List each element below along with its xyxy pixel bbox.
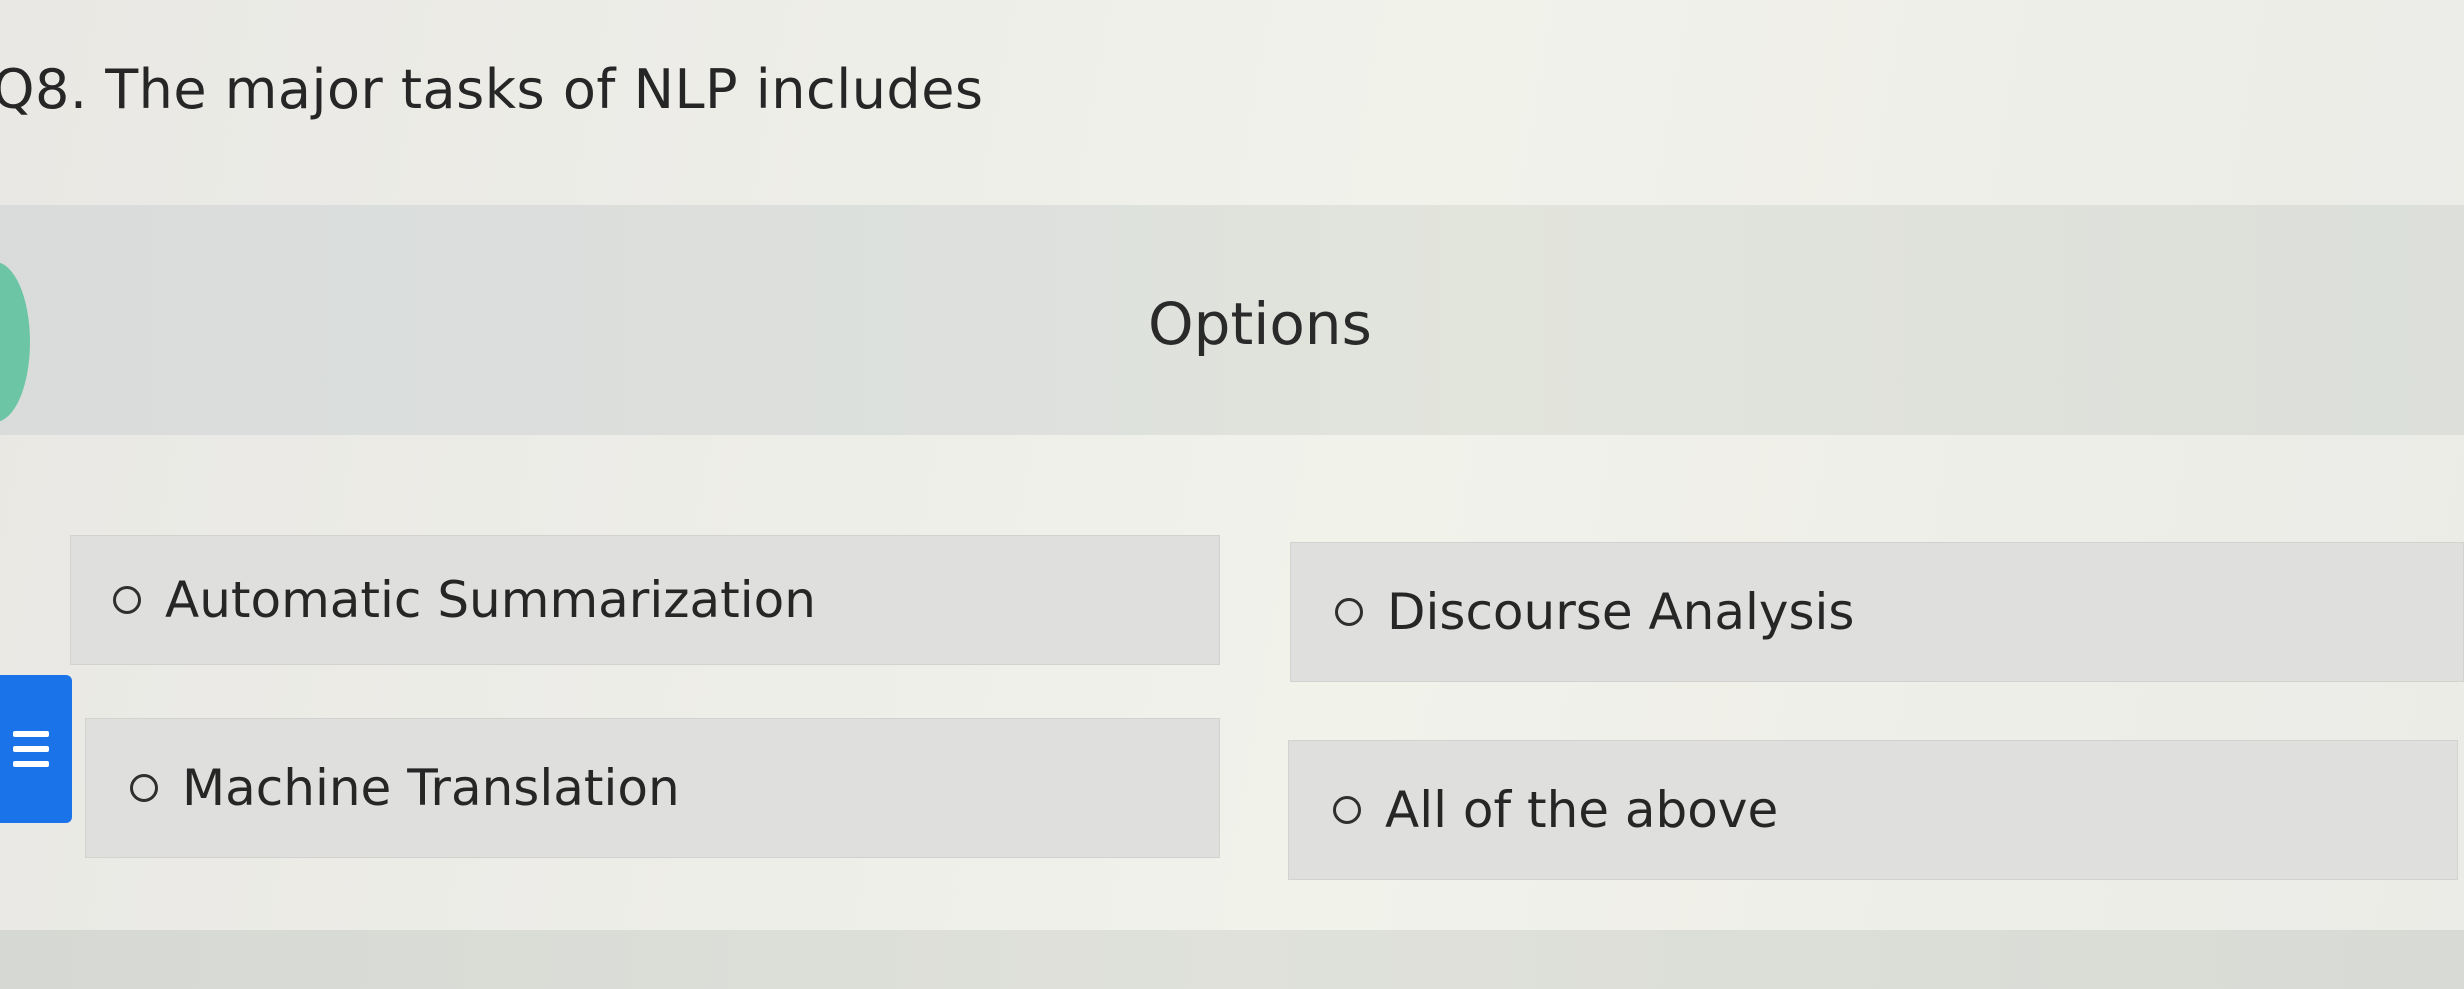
bottom-strip (0, 930, 2464, 989)
menu-icon (13, 731, 49, 767)
radio-button[interactable] (1335, 598, 1363, 626)
radio-button[interactable] (130, 774, 158, 802)
option-machine-translation[interactable]: Machine Translation (85, 718, 1220, 858)
option-discourse-analysis[interactable]: Discourse Analysis (1290, 542, 2464, 682)
option-label: Discourse Analysis (1387, 583, 1855, 641)
option-label: All of the above (1385, 781, 1779, 839)
option-label: Automatic Summarization (165, 571, 816, 629)
radio-button[interactable] (1333, 796, 1361, 824)
radio-button[interactable] (113, 586, 141, 614)
option-label: Machine Translation (182, 759, 680, 817)
side-menu-button[interactable] (0, 675, 72, 823)
option-all-of-the-above[interactable]: All of the above (1288, 740, 2458, 880)
question-text: Q8. The major tasks of NLP includes (0, 58, 984, 121)
options-heading: Options (1148, 290, 1372, 358)
option-automatic-summarization[interactable]: Automatic Summarization (70, 535, 1220, 665)
